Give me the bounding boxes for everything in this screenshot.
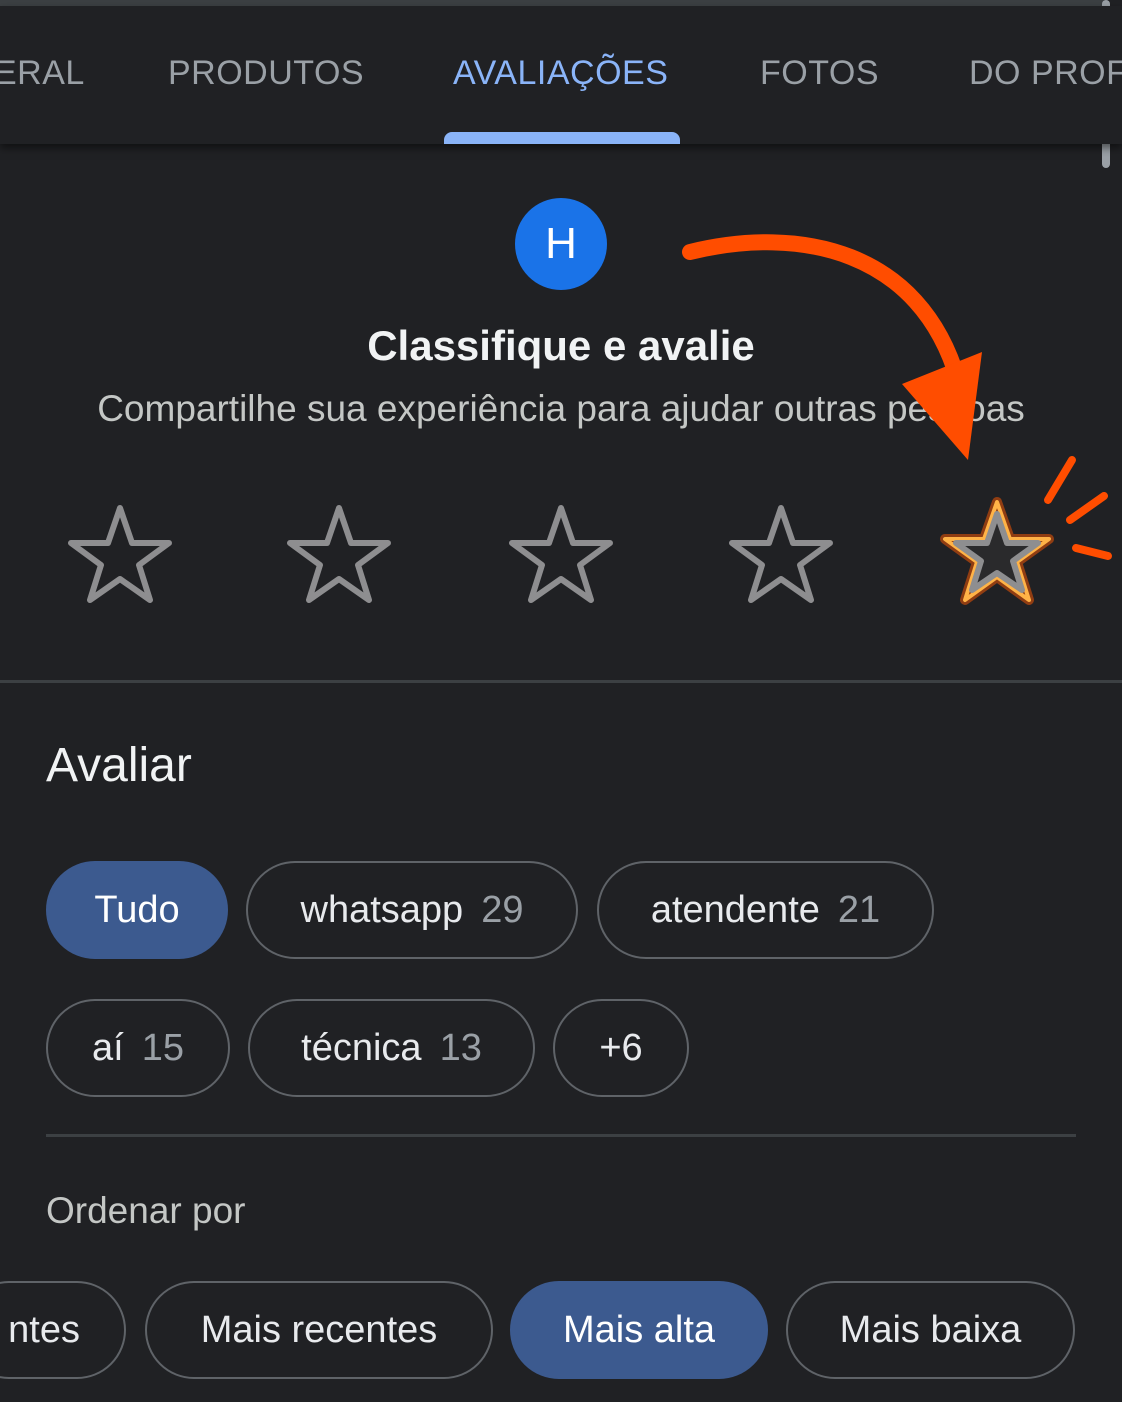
chip-label: +6	[599, 1026, 643, 1069]
sparkle-line-icon	[1044, 456, 1076, 504]
chip-count: 13	[439, 1026, 482, 1069]
tab-fotos[interactable]: FOTOS	[760, 54, 879, 93]
star-1-icon[interactable]	[65, 500, 175, 610]
user-avatar[interactable]: H	[515, 198, 607, 290]
filter-chip-whatsapp[interactable]: whatsapp 29	[246, 861, 578, 959]
active-tab-indicator	[444, 132, 680, 144]
sort-chip-mais-alta[interactable]: Mais alta	[510, 1281, 768, 1379]
chip-label: Mais alta	[562, 1308, 716, 1351]
tab-geral[interactable]: ERAL	[0, 54, 85, 93]
filter-chip-more[interactable]: +6	[553, 999, 689, 1097]
sparkle-line-icon	[1066, 492, 1108, 524]
star-5-icon[interactable]	[940, 497, 1054, 608]
chip-count: 21	[837, 888, 881, 931]
sort-chip-mais-baixa[interactable]: Mais baixa	[786, 1281, 1075, 1379]
filter-chip-tudo[interactable]: Tudo	[46, 861, 228, 959]
section-divider	[0, 680, 1122, 683]
star-4-icon[interactable]	[726, 500, 836, 610]
chip-label: Mais recentes	[200, 1308, 438, 1351]
chip-label: Mais baixa	[839, 1308, 1022, 1351]
sort-chip-relevantes[interactable]: ntes	[0, 1281, 126, 1379]
section-title: Avaliar	[46, 739, 192, 792]
chip-label: atendente	[650, 888, 820, 931]
sparkle-line-icon	[1072, 544, 1112, 560]
chip-label: Tudo	[94, 888, 180, 931]
rate-title: Classifique e avalie	[367, 322, 755, 369]
filter-chip-ai[interactable]: aí 15	[46, 999, 230, 1097]
chip-label: aí	[92, 1026, 124, 1069]
tab-do-proprietario[interactable]: DO PROF	[969, 54, 1122, 93]
chip-count: 15	[141, 1026, 184, 1069]
chip-label: técnica	[301, 1026, 422, 1069]
star-2-icon[interactable]	[284, 500, 394, 610]
tab-avaliacoes[interactable]: AVALIAÇÕES	[453, 54, 668, 93]
sort-label: Ordenar por	[46, 1190, 246, 1231]
chip-count: 29	[481, 888, 524, 931]
filters-divider	[46, 1134, 1076, 1137]
filter-chip-tecnica[interactable]: técnica 13	[248, 999, 535, 1097]
rate-subtitle: Compartilhe sua experiência para ajudar …	[97, 388, 1025, 429]
star-3-icon[interactable]	[506, 500, 616, 610]
tab-bar: ERAL PRODUTOS AVALIAÇÕES FOTOS DO PROF	[0, 6, 1122, 144]
chip-label: ntes	[8, 1308, 80, 1351]
filter-chip-atendente[interactable]: atendente 21	[597, 861, 934, 959]
tab-produtos[interactable]: PRODUTOS	[168, 54, 364, 93]
chip-label: whatsapp	[300, 888, 464, 931]
sort-chip-mais-recentes[interactable]: Mais recentes	[145, 1281, 493, 1379]
